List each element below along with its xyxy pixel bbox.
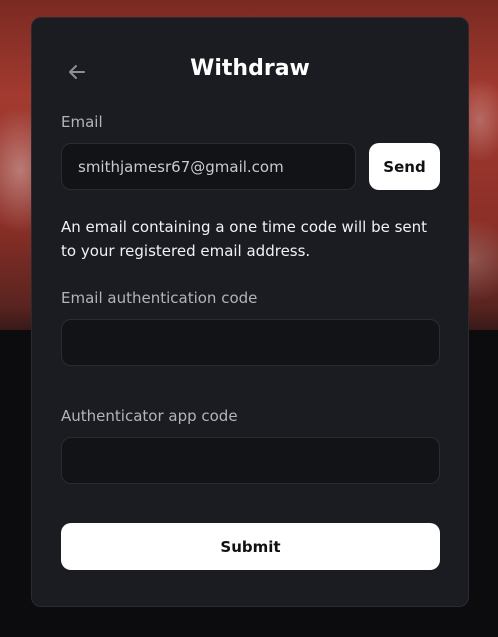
page-title: Withdraw bbox=[190, 56, 310, 81]
email-label: Email bbox=[61, 113, 103, 131]
app-code-input[interactable] bbox=[61, 437, 440, 484]
email-code-input[interactable] bbox=[61, 319, 440, 366]
send-button[interactable]: Send bbox=[369, 143, 440, 190]
email-field[interactable] bbox=[61, 143, 356, 190]
code-info-text: An email containing a one time code will… bbox=[61, 218, 428, 260]
withdraw-panel: Withdraw Email Send An email containing … bbox=[31, 17, 469, 607]
app-code-label: Authenticator app code bbox=[61, 407, 238, 425]
email-code-label: Email authentication code bbox=[61, 289, 258, 307]
submit-button[interactable]: Submit bbox=[61, 523, 440, 570]
